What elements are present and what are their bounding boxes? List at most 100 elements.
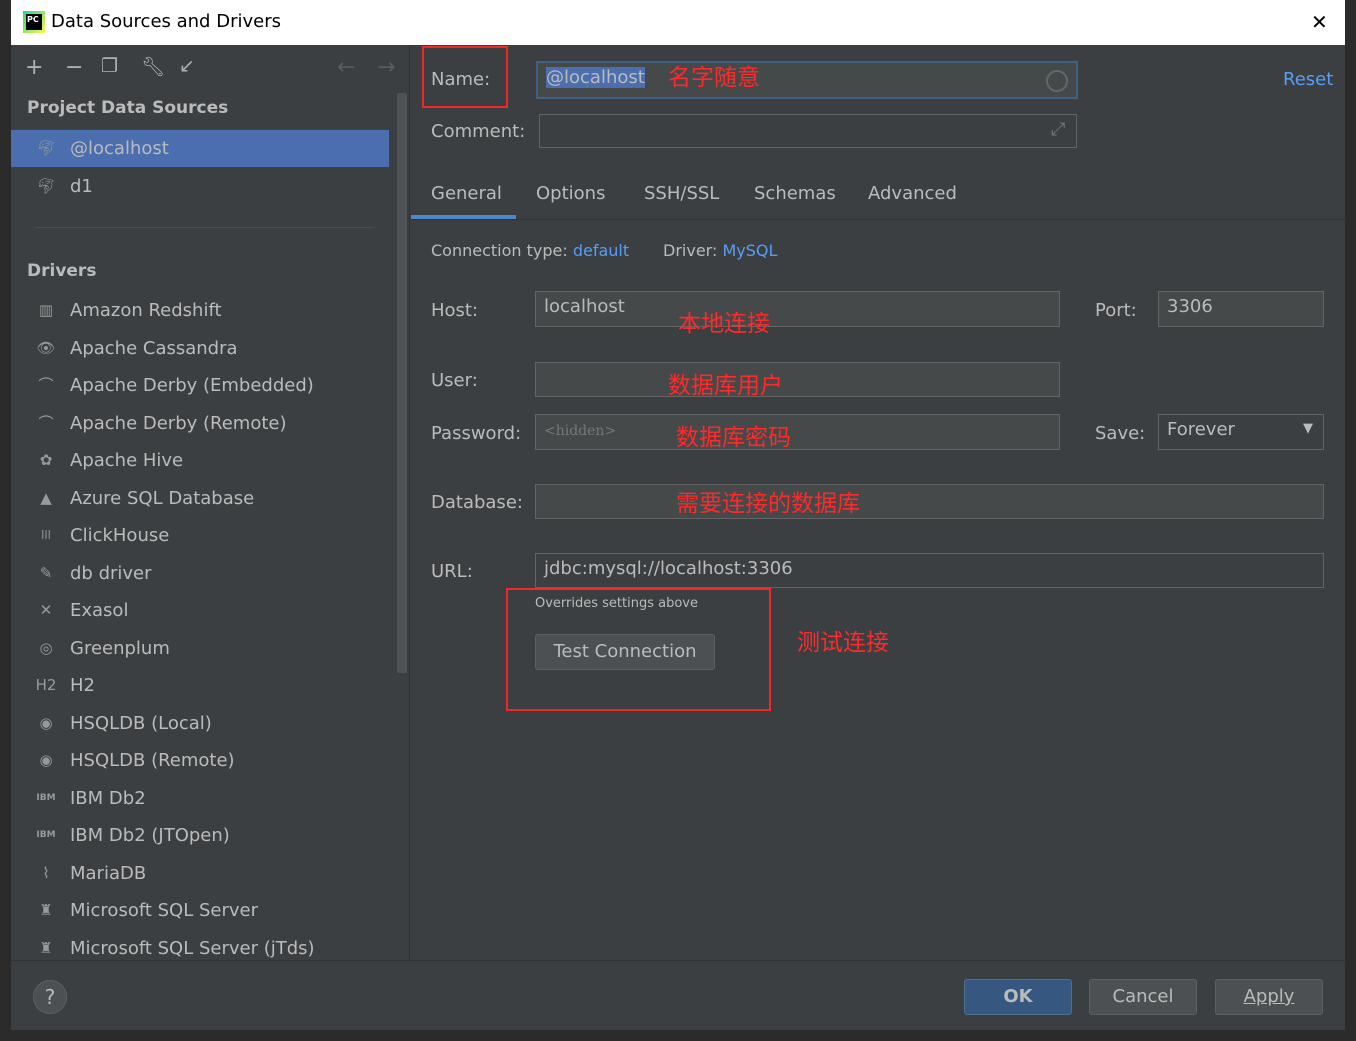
remove-icon[interactable]: − (65, 55, 83, 80)
tabs-divider (411, 219, 1345, 220)
driver-icon: ✕ (39, 601, 53, 619)
driver-icon: ||| (41, 530, 51, 540)
port-label: Port: (1095, 300, 1137, 321)
driver-item[interactable]: ▲ Azure SQL Database (11, 480, 389, 517)
driver-item[interactable]: ||| ClickHouse (11, 517, 389, 554)
host-label: Host: (431, 300, 479, 321)
sidebar: + − ❐ 🔧︎ ↙ ← → Project Data Sources 🐬︎ @l… (11, 45, 410, 960)
add-icon[interactable]: + (25, 55, 43, 80)
driver-icon: ⌒ (38, 413, 54, 432)
drivers-header: Drivers (27, 261, 97, 281)
expand-icon[interactable]: ⤢ (1051, 119, 1065, 140)
apply-button[interactable]: Apply (1215, 979, 1323, 1015)
footer: ? OK Cancel Apply (11, 960, 1345, 1030)
driver-icon: IBM (36, 792, 56, 803)
user-input[interactable] (535, 362, 1060, 397)
driver-item[interactable]: ◉ HSQLDB (Remote) (11, 742, 389, 779)
driver-label: Apache Hive (70, 450, 184, 471)
source-item[interactable]: 🐬︎ d1 (11, 168, 389, 205)
driver-label: IBM Db2 (70, 787, 146, 809)
driver-item[interactable]: ⌇ MariaDB (11, 855, 389, 892)
url-input[interactable]: jdbc:mysql://localhost:3306 (535, 553, 1324, 588)
password-label: Password: (431, 423, 522, 444)
port-input[interactable]: 3306 (1158, 291, 1324, 327)
driver-label: Apache Derby (Embedded) (70, 375, 314, 396)
annotation-name: 名字随意 (668, 65, 760, 91)
import-icon[interactable]: ↙ (179, 55, 195, 77)
driver-item[interactable]: ⌒ Apache Derby (Embedded) (11, 367, 389, 404)
tab-general[interactable]: General (431, 183, 502, 204)
project-data-sources-header: Project Data Sources (27, 98, 229, 118)
driver-label: db driver (70, 562, 152, 584)
driver-icon: IBM (36, 830, 56, 840)
ok-button[interactable]: OK (964, 979, 1072, 1015)
forward-icon[interactable]: → (377, 55, 395, 80)
name-input[interactable]: @localhost (536, 61, 1078, 99)
password-input[interactable]: <hidden> (535, 414, 1060, 450)
comment-input[interactable] (539, 114, 1077, 148)
duplicate-icon[interactable]: ❐ (101, 55, 118, 77)
driver-item[interactable]: ⌒ Apache Derby (Remote) (11, 405, 389, 442)
connection-type-row: Connection type: default (431, 241, 630, 260)
driver-icon: ▲ (40, 488, 52, 507)
driver-item[interactable]: ◎ Greenplum (11, 630, 389, 667)
driver-label: Microsoft SQL Server (jTds) (70, 937, 315, 959)
tab-advanced[interactable]: Advanced (868, 183, 957, 204)
chevron-down-icon: ▼ (1303, 421, 1313, 436)
host-input[interactable]: localhost (535, 291, 1060, 327)
driver-icon: ✎ (39, 563, 53, 582)
driver-icon: ⌒ (38, 376, 54, 394)
annotation-box-test (506, 588, 771, 711)
cancel-button[interactable]: Cancel (1089, 979, 1197, 1015)
driver-item[interactable]: ✕ Exasol (11, 592, 389, 629)
driver-row: Driver: MySQL (663, 241, 778, 260)
tab-options[interactable]: Options (536, 183, 605, 204)
driver-label: ClickHouse (70, 525, 170, 546)
color-circle-icon[interactable] (1046, 70, 1068, 92)
tab-sshssl[interactable]: SSH/SSL (644, 183, 719, 204)
annotation-database: 需要连接的数据库 (676, 491, 860, 517)
annotation-box-name (422, 46, 508, 108)
database-input[interactable] (535, 484, 1324, 519)
driver-icon: ⌇ (42, 863, 50, 882)
save-select[interactable]: Forever ▼ (1158, 414, 1324, 450)
user-label: User: (431, 370, 478, 391)
driver-item[interactable]: 👁 Apache Cassandra (11, 330, 389, 367)
driver-item[interactable]: IBM IBM Db2 (JTOpen) (11, 817, 389, 854)
window-title: Data Sources and Drivers (51, 11, 281, 32)
driver-icon: ✿ (39, 451, 53, 469)
tab-schemas[interactable]: Schemas (754, 183, 836, 204)
back-icon[interactable]: ← (337, 55, 355, 80)
driver-item[interactable]: IBM IBM Db2 (11, 780, 389, 817)
data-sources-dialog: PC Data Sources and Drivers ✕ + − ❐ 🔧︎ ↙… (11, 0, 1345, 1030)
title-bar: PC Data Sources and Drivers ✕ (11, 0, 1345, 45)
reset-link[interactable]: Reset (1283, 69, 1333, 90)
driver-label: H2 (70, 675, 95, 696)
driver-icon: ♜ (39, 901, 53, 919)
driver-icon: 👁 (36, 338, 56, 357)
scrollbar[interactable] (397, 93, 407, 673)
driver-label: Microsoft SQL Server (70, 900, 259, 921)
driver-label: MariaDB (70, 862, 147, 884)
driver-label: HSQLDB (Local) (70, 712, 212, 734)
source-item[interactable]: 🐬︎ @localhost (11, 130, 389, 167)
help-button[interactable]: ? (33, 980, 67, 1014)
driver-item[interactable]: ▥ Amazon Redshift (11, 292, 389, 329)
main-panel: Name: @localhost Reset Comment: ⤢ Genera… (411, 45, 1345, 960)
wrench-icon[interactable]: 🔧︎ (141, 55, 165, 78)
annotation-test: 测试连接 (797, 630, 889, 656)
driver-item[interactable]: ◉ HSQLDB (Local) (11, 705, 389, 742)
driver-item[interactable]: H2 H2 (11, 667, 389, 704)
driver-label: Amazon Redshift (70, 300, 222, 321)
driver-item[interactable]: ♜ Microsoft SQL Server (11, 892, 389, 929)
annotation-user: 数据库用户 (668, 373, 783, 399)
save-label: Save: (1095, 423, 1146, 444)
driver-icon: ◉ (39, 751, 53, 769)
close-button[interactable]: ✕ (1311, 10, 1328, 34)
driver-item[interactable]: ✿ Apache Hive (11, 442, 389, 479)
driver-link[interactable]: MySQL (722, 241, 777, 260)
annotation-password: 数据库密码 (676, 425, 791, 451)
connection-type-link[interactable]: default (573, 241, 629, 260)
pycharm-logo-icon: PC (23, 11, 45, 33)
driver-item[interactable]: ✎ db driver (11, 555, 389, 592)
